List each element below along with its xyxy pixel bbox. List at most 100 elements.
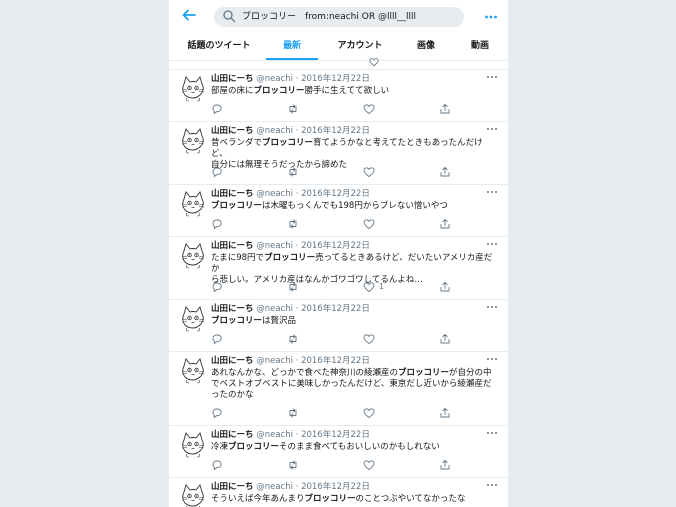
handle[interactable]: @neachi xyxy=(256,241,293,251)
share-button[interactable] xyxy=(439,281,469,293)
retweet-button[interactable] xyxy=(287,459,317,471)
reply-button[interactable] xyxy=(211,103,241,115)
like-button[interactable] xyxy=(363,459,393,471)
tweet[interactable]: 山田にーち @neachi · 2016年12月22日 ブロッコリーは木曜もっく… xyxy=(169,185,508,237)
tab-top[interactable]: 話題のツイート xyxy=(179,34,259,60)
caret-icon[interactable] xyxy=(486,125,498,136)
tweet[interactable]: 山田にーち @neachi · 2016年12月22日 冷凍ブロッコリーそのまま… xyxy=(169,426,508,478)
tweet-header: 山田にーち @neachi · 2016年12月22日 xyxy=(211,482,370,493)
tab-accounts[interactable]: アカウント xyxy=(327,34,393,60)
tweet[interactable]: 山田にーち @neachi · 2016年12月22日 そういえば今年あんまりブ… xyxy=(169,478,508,507)
text-segment: 昔ベランダで xyxy=(211,138,263,148)
tweet[interactable]: 山田にーち @neachi · 2016年12月22日 たまに98円でブロッコリ… xyxy=(169,237,508,300)
tweet-text: 部屋の床にブロッコリー勝手に生えてて欲しい xyxy=(211,86,498,97)
handle[interactable]: @neachi xyxy=(256,74,293,84)
reply-icon xyxy=(212,219,222,230)
cat-avatar[interactable] xyxy=(179,74,207,102)
like-button[interactable] xyxy=(363,103,393,115)
reply-button[interactable] xyxy=(211,166,241,178)
cat-avatar[interactable] xyxy=(179,482,207,507)
search-keyword: ブロッコリー xyxy=(264,253,316,263)
retweet-button[interactable] xyxy=(287,218,317,230)
reply-button[interactable] xyxy=(211,333,241,345)
like-button[interactable] xyxy=(363,218,393,230)
share-button[interactable] xyxy=(439,407,469,419)
caret-icon[interactable] xyxy=(486,429,498,440)
tweet-date[interactable]: 2016年12月22日 xyxy=(301,189,370,199)
search-input[interactable]: ブロッコリー from:neachi OR @llll__llll xyxy=(214,7,464,27)
retweet-button[interactable] xyxy=(287,166,317,178)
reply-button[interactable] xyxy=(211,218,241,230)
share-button[interactable] xyxy=(439,103,469,115)
tweet-date[interactable]: 2016年12月22日 xyxy=(301,430,370,440)
reply-icon xyxy=(212,104,222,115)
text-segment: でベストオブベストに美味しかったんだけど、東京だし近いから綾瀬産だ xyxy=(211,379,492,389)
like-button[interactable] xyxy=(363,407,393,419)
handle[interactable]: @neachi xyxy=(256,126,293,136)
tweet[interactable]: 山田にーち @neachi · 2016年12月22日 ブロッコリーは贅沢品 xyxy=(169,300,508,352)
display-name[interactable]: 山田にーち xyxy=(211,126,254,136)
tweet-date[interactable]: 2016年12月22日 xyxy=(301,74,370,84)
share-button[interactable] xyxy=(439,218,469,230)
caret-icon[interactable] xyxy=(486,303,498,314)
text-segment: 冷凍 xyxy=(211,442,229,452)
caret-icon[interactable] xyxy=(486,481,498,492)
tweet[interactable]: 山田にーち @neachi · 2016年12月22日 部屋の床にブロッコリー勝… xyxy=(169,70,508,122)
handle[interactable]: @neachi xyxy=(256,356,293,366)
handle[interactable]: @neachi xyxy=(256,430,293,440)
caret-icon[interactable] xyxy=(486,73,498,84)
share-button[interactable] xyxy=(439,166,469,178)
reply-button[interactable] xyxy=(211,459,241,471)
retweet-button[interactable] xyxy=(287,333,317,345)
handle[interactable]: @neachi xyxy=(256,189,293,199)
retweet-button[interactable] xyxy=(287,281,317,293)
share-button[interactable] xyxy=(439,459,469,471)
display-name[interactable]: 山田にーち xyxy=(211,74,254,84)
reply-button[interactable] xyxy=(211,407,241,419)
cat-avatar[interactable] xyxy=(179,189,207,217)
cat-avatar[interactable] xyxy=(179,304,207,332)
cat-avatar[interactable] xyxy=(179,241,207,269)
display-name[interactable]: 山田にーち xyxy=(211,356,254,366)
tab-images[interactable]: 画像 xyxy=(406,34,446,60)
like-button[interactable] xyxy=(363,166,393,178)
tweet-header: 山田にーち @neachi · 2016年12月22日 xyxy=(211,189,370,200)
retweet-button[interactable] xyxy=(287,407,317,419)
tweet[interactable]: 山田にーち @neachi · 2016年12月22日 昔ベランダでブロッコリー… xyxy=(169,122,508,185)
separator: · xyxy=(295,430,299,440)
display-name[interactable]: 山田にーち xyxy=(211,241,254,251)
share-button[interactable] xyxy=(439,333,469,345)
cat-avatar[interactable] xyxy=(179,430,207,458)
text-segment: そのまま食べてもおいしいのかもしれない xyxy=(279,442,440,452)
more-icon[interactable] xyxy=(483,7,499,27)
display-name[interactable]: 山田にーち xyxy=(211,482,254,492)
like-button[interactable]: 1 xyxy=(363,281,393,293)
display-name[interactable]: 山田にーち xyxy=(211,189,254,199)
search-icon xyxy=(223,10,236,23)
text-segment: そういえば今年あんまり xyxy=(211,494,305,504)
separator: · xyxy=(295,241,299,251)
handle[interactable]: @neachi xyxy=(256,482,293,492)
retweet-icon xyxy=(289,282,297,292)
tab-latest[interactable]: 最新 xyxy=(266,34,318,60)
cat-avatar[interactable] xyxy=(179,126,207,154)
tab-videos[interactable]: 動画 xyxy=(460,34,500,60)
caret-icon[interactable] xyxy=(486,240,498,251)
display-name[interactable]: 山田にーち xyxy=(211,304,254,314)
caret-icon[interactable] xyxy=(486,188,498,199)
tweet-actions xyxy=(211,407,451,419)
retweet-button[interactable] xyxy=(287,103,317,115)
caret-icon[interactable] xyxy=(486,355,498,366)
like-button[interactable] xyxy=(363,333,393,345)
tweet-date[interactable]: 2016年12月22日 xyxy=(301,356,370,366)
cat-avatar[interactable] xyxy=(179,356,207,384)
display-name[interactable]: 山田にーち xyxy=(211,430,254,440)
tweet-date[interactable]: 2016年12月22日 xyxy=(301,126,370,136)
tweet-date[interactable]: 2016年12月22日 xyxy=(301,304,370,314)
tweet-date[interactable]: 2016年12月22日 xyxy=(301,241,370,251)
handle[interactable]: @neachi xyxy=(256,304,293,314)
tweet-date[interactable]: 2016年12月22日 xyxy=(301,482,370,492)
tweet[interactable]: 山田にーち @neachi · 2016年12月22日 あれなんかな、どっかで食… xyxy=(169,352,508,426)
back-arrow-icon[interactable] xyxy=(181,7,201,27)
reply-button[interactable] xyxy=(211,281,241,293)
